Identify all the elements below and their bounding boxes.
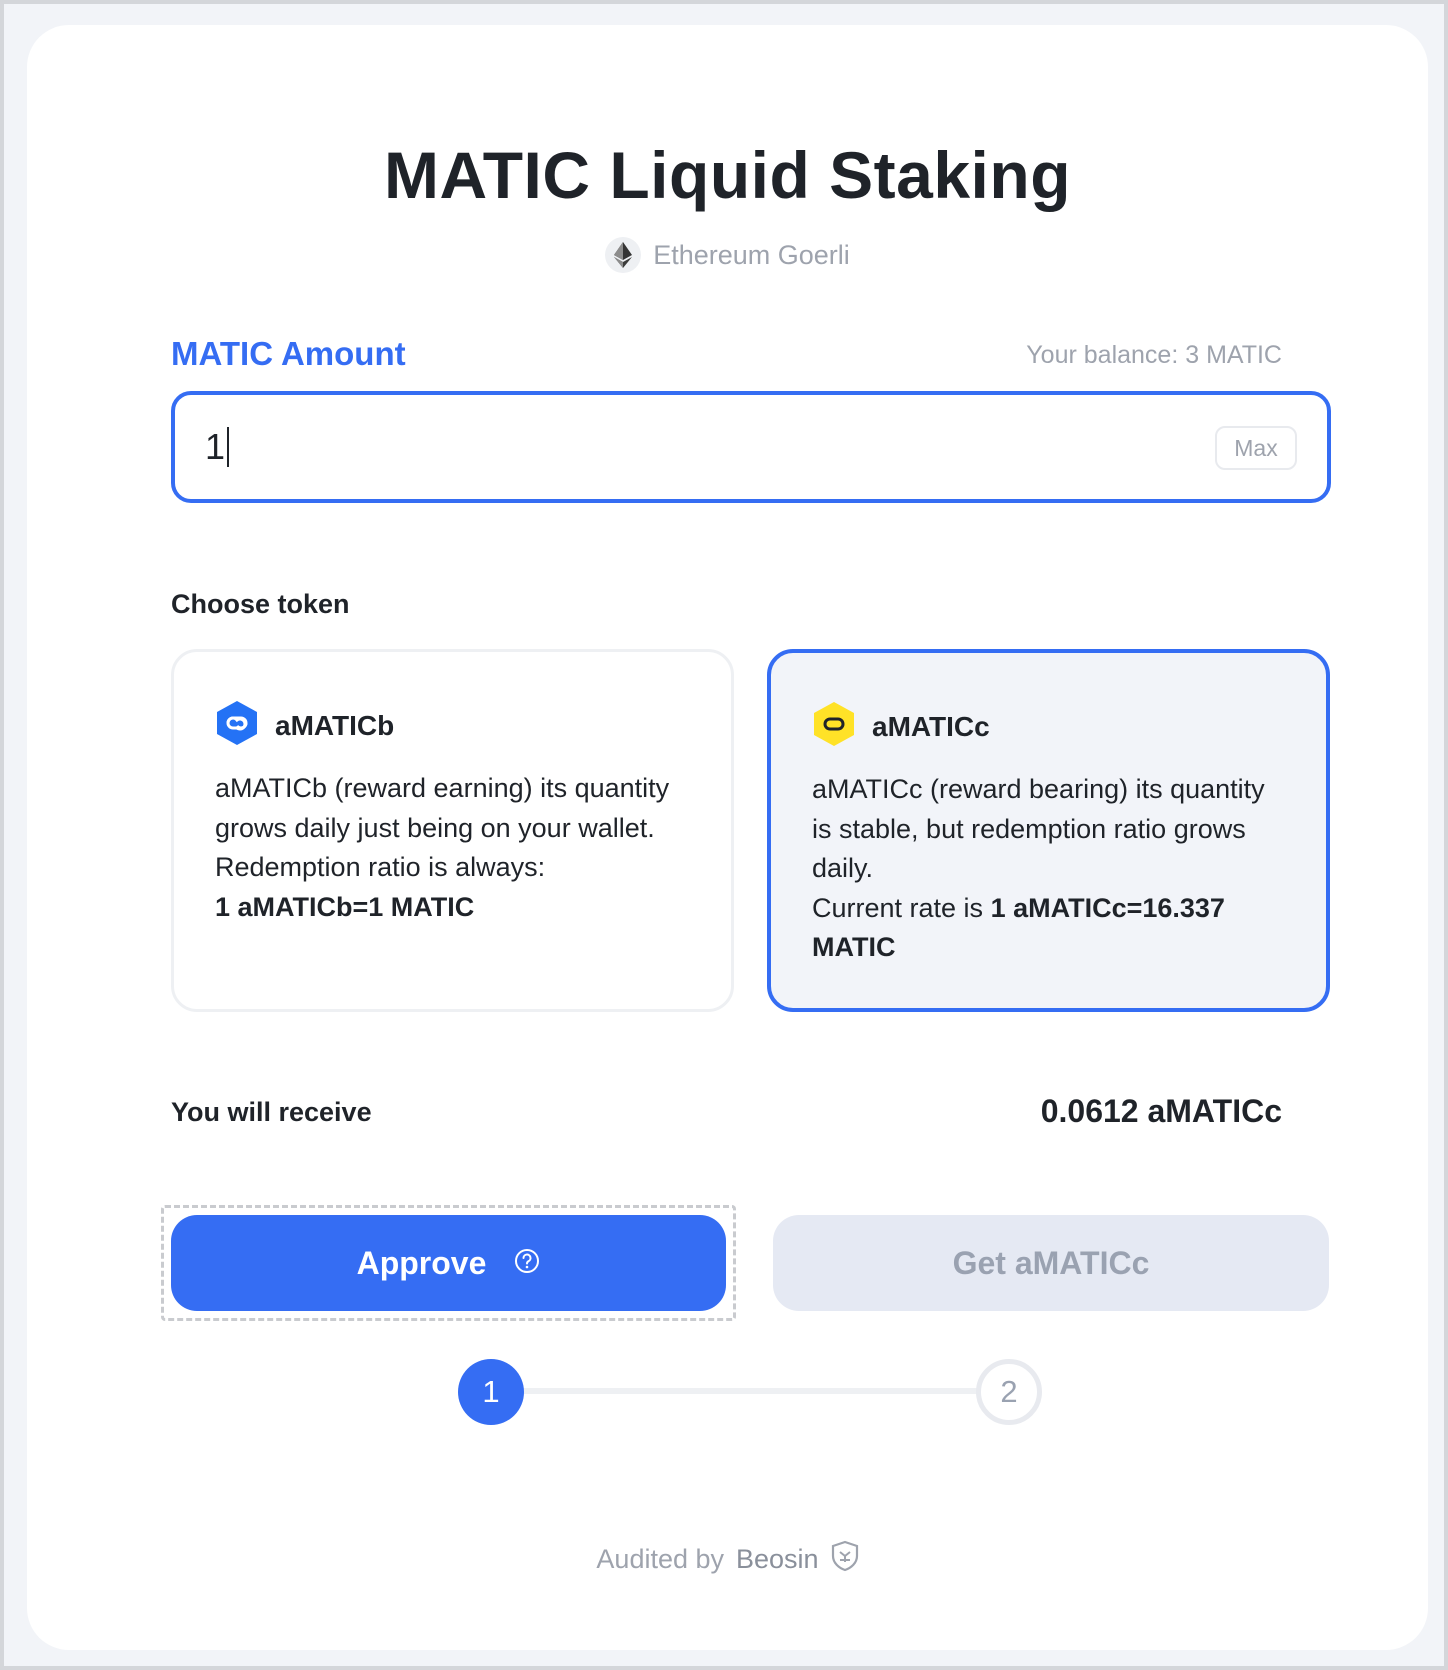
step-2-indicator: 2	[976, 1359, 1042, 1425]
token-name: aMATICb	[275, 709, 395, 741]
audit-footer: Audited by Beosin	[27, 1540, 1428, 1579]
max-button[interactable]: Max	[1215, 426, 1297, 470]
shield-icon	[831, 1540, 859, 1579]
token-option-amaticc[interactable]: aMATICc aMATICc (reward bearing) its qua…	[767, 649, 1330, 1012]
page-title: MATIC Liquid Staking	[383, 138, 1072, 212]
window-frame: MATIC Liquid Staking Ethereum Goerli MAT…	[0, 0, 1448, 1670]
amount-value: 1	[205, 426, 226, 467]
network-name: Ethereum Goerli	[653, 239, 850, 270]
polygon-yellow-icon	[812, 701, 856, 752]
help-icon[interactable]	[514, 1245, 540, 1282]
token-name: aMATICc	[872, 710, 990, 742]
token-description-text: aMATICc (reward bearing) its quantity is…	[812, 774, 1265, 883]
receive-label: You will receive	[171, 1097, 372, 1127]
balance-text: Your balance: 3 MATIC	[1026, 341, 1282, 369]
token-option-amaticb[interactable]: aMATICb aMATICb (reward earning) its qua…	[171, 649, 734, 1012]
amount-field[interactable]: 1 Max	[171, 391, 1331, 503]
token-description: aMATICb (reward earning) its quantity gr…	[215, 769, 691, 927]
approve-button[interactable]: Approve	[171, 1215, 726, 1311]
choose-token-label: Choose token	[171, 589, 350, 619]
token-rate: 1 aMATICb=1 MATIC	[215, 891, 475, 922]
audited-by-label: Audited by	[596, 1544, 725, 1574]
steps-progress-line	[497, 1388, 979, 1394]
amount-label: MATIC Amount	[171, 335, 406, 372]
staking-card: MATIC Liquid Staking Ethereum Goerli MAT…	[27, 25, 1428, 1650]
auditor-name[interactable]: Beosin	[736, 1544, 819, 1575]
ethereum-icon	[605, 237, 642, 273]
token-rate-prefix: Current rate is	[812, 892, 991, 923]
approve-label: Approve	[356, 1244, 487, 1281]
receive-value: 0.0612 aMATICc	[1040, 1093, 1282, 1129]
token-description: aMATICc (reward bearing) its quantity is…	[812, 770, 1286, 968]
network-indicator: Ethereum Goerli	[27, 237, 1428, 273]
get-token-button[interactable]: Get aMATICc	[773, 1215, 1329, 1311]
polygon-blue-icon	[215, 700, 259, 751]
token-description-text: aMATICb (reward earning) its quantity gr…	[215, 773, 670, 882]
step-1-indicator: 1	[458, 1359, 524, 1425]
text-caret	[227, 427, 230, 467]
amount-input[interactable]: 1	[205, 417, 1105, 477]
